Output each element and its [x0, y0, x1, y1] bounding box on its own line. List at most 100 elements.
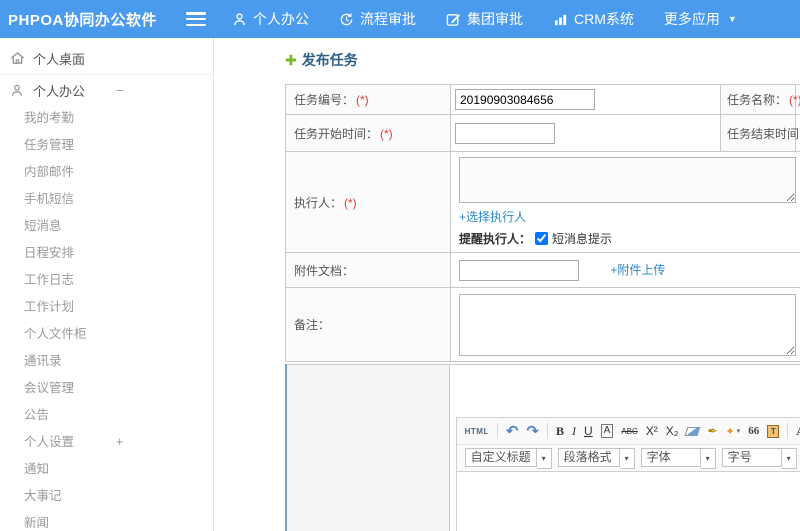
sms-remind-option-label: 短消息提示 [552, 232, 613, 246]
task-name-label: 任务名称：(*) [720, 84, 800, 115]
paste-word-icon[interactable]: T [767, 424, 780, 438]
sidebar-item-meeting-management[interactable]: 会议管理 [0, 375, 140, 402]
caret-down-icon: ▼ [727, 14, 737, 24]
attachment-input[interactable] [459, 259, 579, 281]
dropdown-caret-icon: ▾ [536, 447, 552, 469]
sidebar-item-my-attendance[interactable]: 我的考勤 [0, 105, 140, 132]
sidebar-item-internal-mail[interactable]: 内部邮件 [0, 159, 140, 186]
sidebar-item-schedule[interactable]: 日程安排 [0, 240, 140, 267]
toolbar-separator [496, 423, 498, 439]
nav-more-apps[interactable]: 更多应用 ▼ [664, 9, 737, 29]
sidebar-item-task-management[interactable]: 任务管理 [0, 132, 140, 159]
sidebar-item-label: 个人办公 [33, 83, 86, 99]
table-row: 备注： [285, 287, 800, 362]
sidebar-item-address-book[interactable]: 通讯录 [0, 348, 140, 375]
table-row: 任务开始时间：(*) 任务结束时间：(*) [285, 114, 800, 152]
sidebar-item-work-plan[interactable]: 工作计划 [0, 294, 140, 321]
sidebar-item-desktop[interactable]: 个人桌面 [0, 42, 213, 75]
person-icon [10, 83, 26, 98]
dropdown-caret-icon: ▾ [619, 447, 635, 469]
sidebar-item-label: 个人桌面 [33, 51, 86, 67]
font-color-button[interactable]: A▾ [796, 424, 800, 439]
table-row: 任务描述：(*) HTML ↶ ↷ B I U A ABC X² [285, 364, 800, 531]
dropdown-caret-icon: ▾ [781, 447, 797, 469]
sidebar-item-major-events[interactable]: 大事记 [0, 483, 140, 510]
nav-group-approval[interactable]: 集团审批 [446, 9, 523, 29]
history-icon [339, 12, 354, 27]
table-row: 附件文档： +附件上传 [285, 252, 800, 288]
task-description-table: 任务描述：(*) HTML ↶ ↷ B I U A ABC X² [285, 364, 800, 531]
eraser-icon[interactable] [685, 426, 701, 436]
strikethrough-button[interactable]: ABC [621, 427, 637, 436]
format-brush-icon[interactable]: ✒ [707, 424, 717, 438]
attachment-upload-link[interactable]: +附件上传 [610, 263, 665, 277]
nav-workflow-approval[interactable]: 流程审批 [339, 9, 416, 29]
table-row: 执行人： (*) +选择执行人 提醒执行人： 短消息提示 [285, 151, 800, 253]
toolbar-separator [546, 423, 548, 439]
executor-label: 执行人： (*) [285, 151, 451, 253]
collapse-icon[interactable]: − [116, 83, 124, 98]
italic-button[interactable]: I [572, 424, 576, 439]
remark-textarea[interactable] [459, 293, 796, 356]
page-header: ✚ 发布任务 [285, 50, 800, 70]
expand-icon[interactable]: + [116, 429, 123, 456]
auto-format-icon[interactable]: ✦ ▾ [726, 425, 741, 438]
sidebar-item-label: 个人设置 [24, 435, 75, 449]
border-text-button[interactable]: A [600, 424, 614, 438]
sidebar-item-mobile-sms[interactable]: 手机短信 [0, 186, 140, 213]
editor-content-area[interactable] [455, 472, 800, 531]
nav-label: CRM系统 [574, 11, 634, 27]
menu-toggle-icon[interactable] [186, 12, 206, 26]
nav-label: 更多应用 [663, 11, 720, 27]
start-time-input[interactable] [455, 122, 555, 144]
bar-chart-icon [553, 12, 568, 27]
font-size-dropdown[interactable]: 字号 ▾ [721, 447, 797, 469]
top-bar: PHPOA协同办公软件 个人办公 流程审批 集团审批 CRM系统 更多应用 ▼ [0, 0, 800, 38]
paragraph-format-dropdown[interactable]: 段落格式 ▾ [557, 447, 635, 469]
task-description-label: 任务描述：(*) [285, 364, 450, 531]
superscript-button[interactable]: X² [646, 424, 658, 438]
editor-toolbar: HTML ↶ ↷ B I U A ABC X² X₂ ✒ ✦ ▾ 66 T 自定… [455, 417, 800, 472]
font-family-dropdown[interactable]: 字体 ▾ [640, 447, 716, 469]
choose-executor-link[interactable]: +选择执行人 [459, 210, 526, 224]
app-logo: PHPOA协同办公软件 [8, 11, 157, 29]
sidebar: 个人桌面 个人办公 − 我的考勤 任务管理 内部邮件 手机短信 短消息 日程安排… [0, 38, 214, 531]
sms-remind-checkbox[interactable] [535, 232, 549, 245]
user-icon [232, 12, 247, 27]
main-content: ✚ 发布任务 任务编号：(*) 任务名称：(*) 任务开始时间：(*) [215, 38, 800, 531]
executor-textarea[interactable] [459, 157, 796, 203]
nav-label: 个人办公 [253, 11, 309, 27]
nav-label: 集团审批 [467, 11, 523, 27]
custom-title-dropdown[interactable]: 自定义标题 ▾ [464, 447, 552, 469]
page-title: 发布任务 [301, 52, 358, 68]
dropdown-caret-icon: ▾ [700, 447, 716, 469]
remark-label: 备注： [285, 287, 451, 362]
task-form-table: 任务编号：(*) 任务名称：(*) 任务开始时间：(*) 任务结束时间：(*) [285, 84, 800, 362]
sidebar-item-short-message[interactable]: 短消息 [0, 213, 140, 240]
nav-personal-office[interactable]: 个人办公 [232, 9, 309, 29]
sidebar-item-announcement[interactable]: 公告 [0, 402, 140, 429]
task-number-label: 任务编号： (*) [285, 84, 451, 115]
sidebar-item-personal-settings[interactable]: 个人设置 + [0, 429, 140, 456]
sidebar-item-work-log[interactable]: 工作日志 [0, 267, 140, 294]
nav-crm-system[interactable]: CRM系统 [553, 9, 634, 29]
sidebar-item-news[interactable]: 新闻 [0, 510, 140, 531]
edit-icon [446, 12, 461, 27]
home-icon [10, 51, 26, 65]
sidebar-item-personal-files[interactable]: 个人文件柜 [0, 321, 140, 348]
toolbar-separator [787, 423, 789, 439]
underline-button[interactable]: U [584, 424, 593, 438]
end-time-label: 任务结束时间：(*) [720, 114, 800, 152]
blockquote-button[interactable]: 66 [748, 425, 759, 437]
undo-icon[interactable]: ↶ [506, 422, 519, 440]
sidebar-item-personal-office[interactable]: 个人办公 − [0, 75, 213, 105]
subscript-button[interactable]: X₂ [666, 424, 679, 438]
redo-icon[interactable]: ↷ [526, 422, 539, 440]
add-icon: ✚ [285, 51, 297, 68]
table-row: 任务编号：(*) 任务名称：(*) [285, 84, 800, 115]
sidebar-item-notification[interactable]: 通知 [0, 456, 140, 483]
html-source-button[interactable]: HTML [465, 427, 489, 436]
bold-button[interactable]: B [556, 424, 564, 439]
top-nav: 个人办公 流程审批 集团审批 CRM系统 更多应用 ▼ [232, 9, 737, 29]
task-number-input[interactable] [455, 89, 595, 110]
